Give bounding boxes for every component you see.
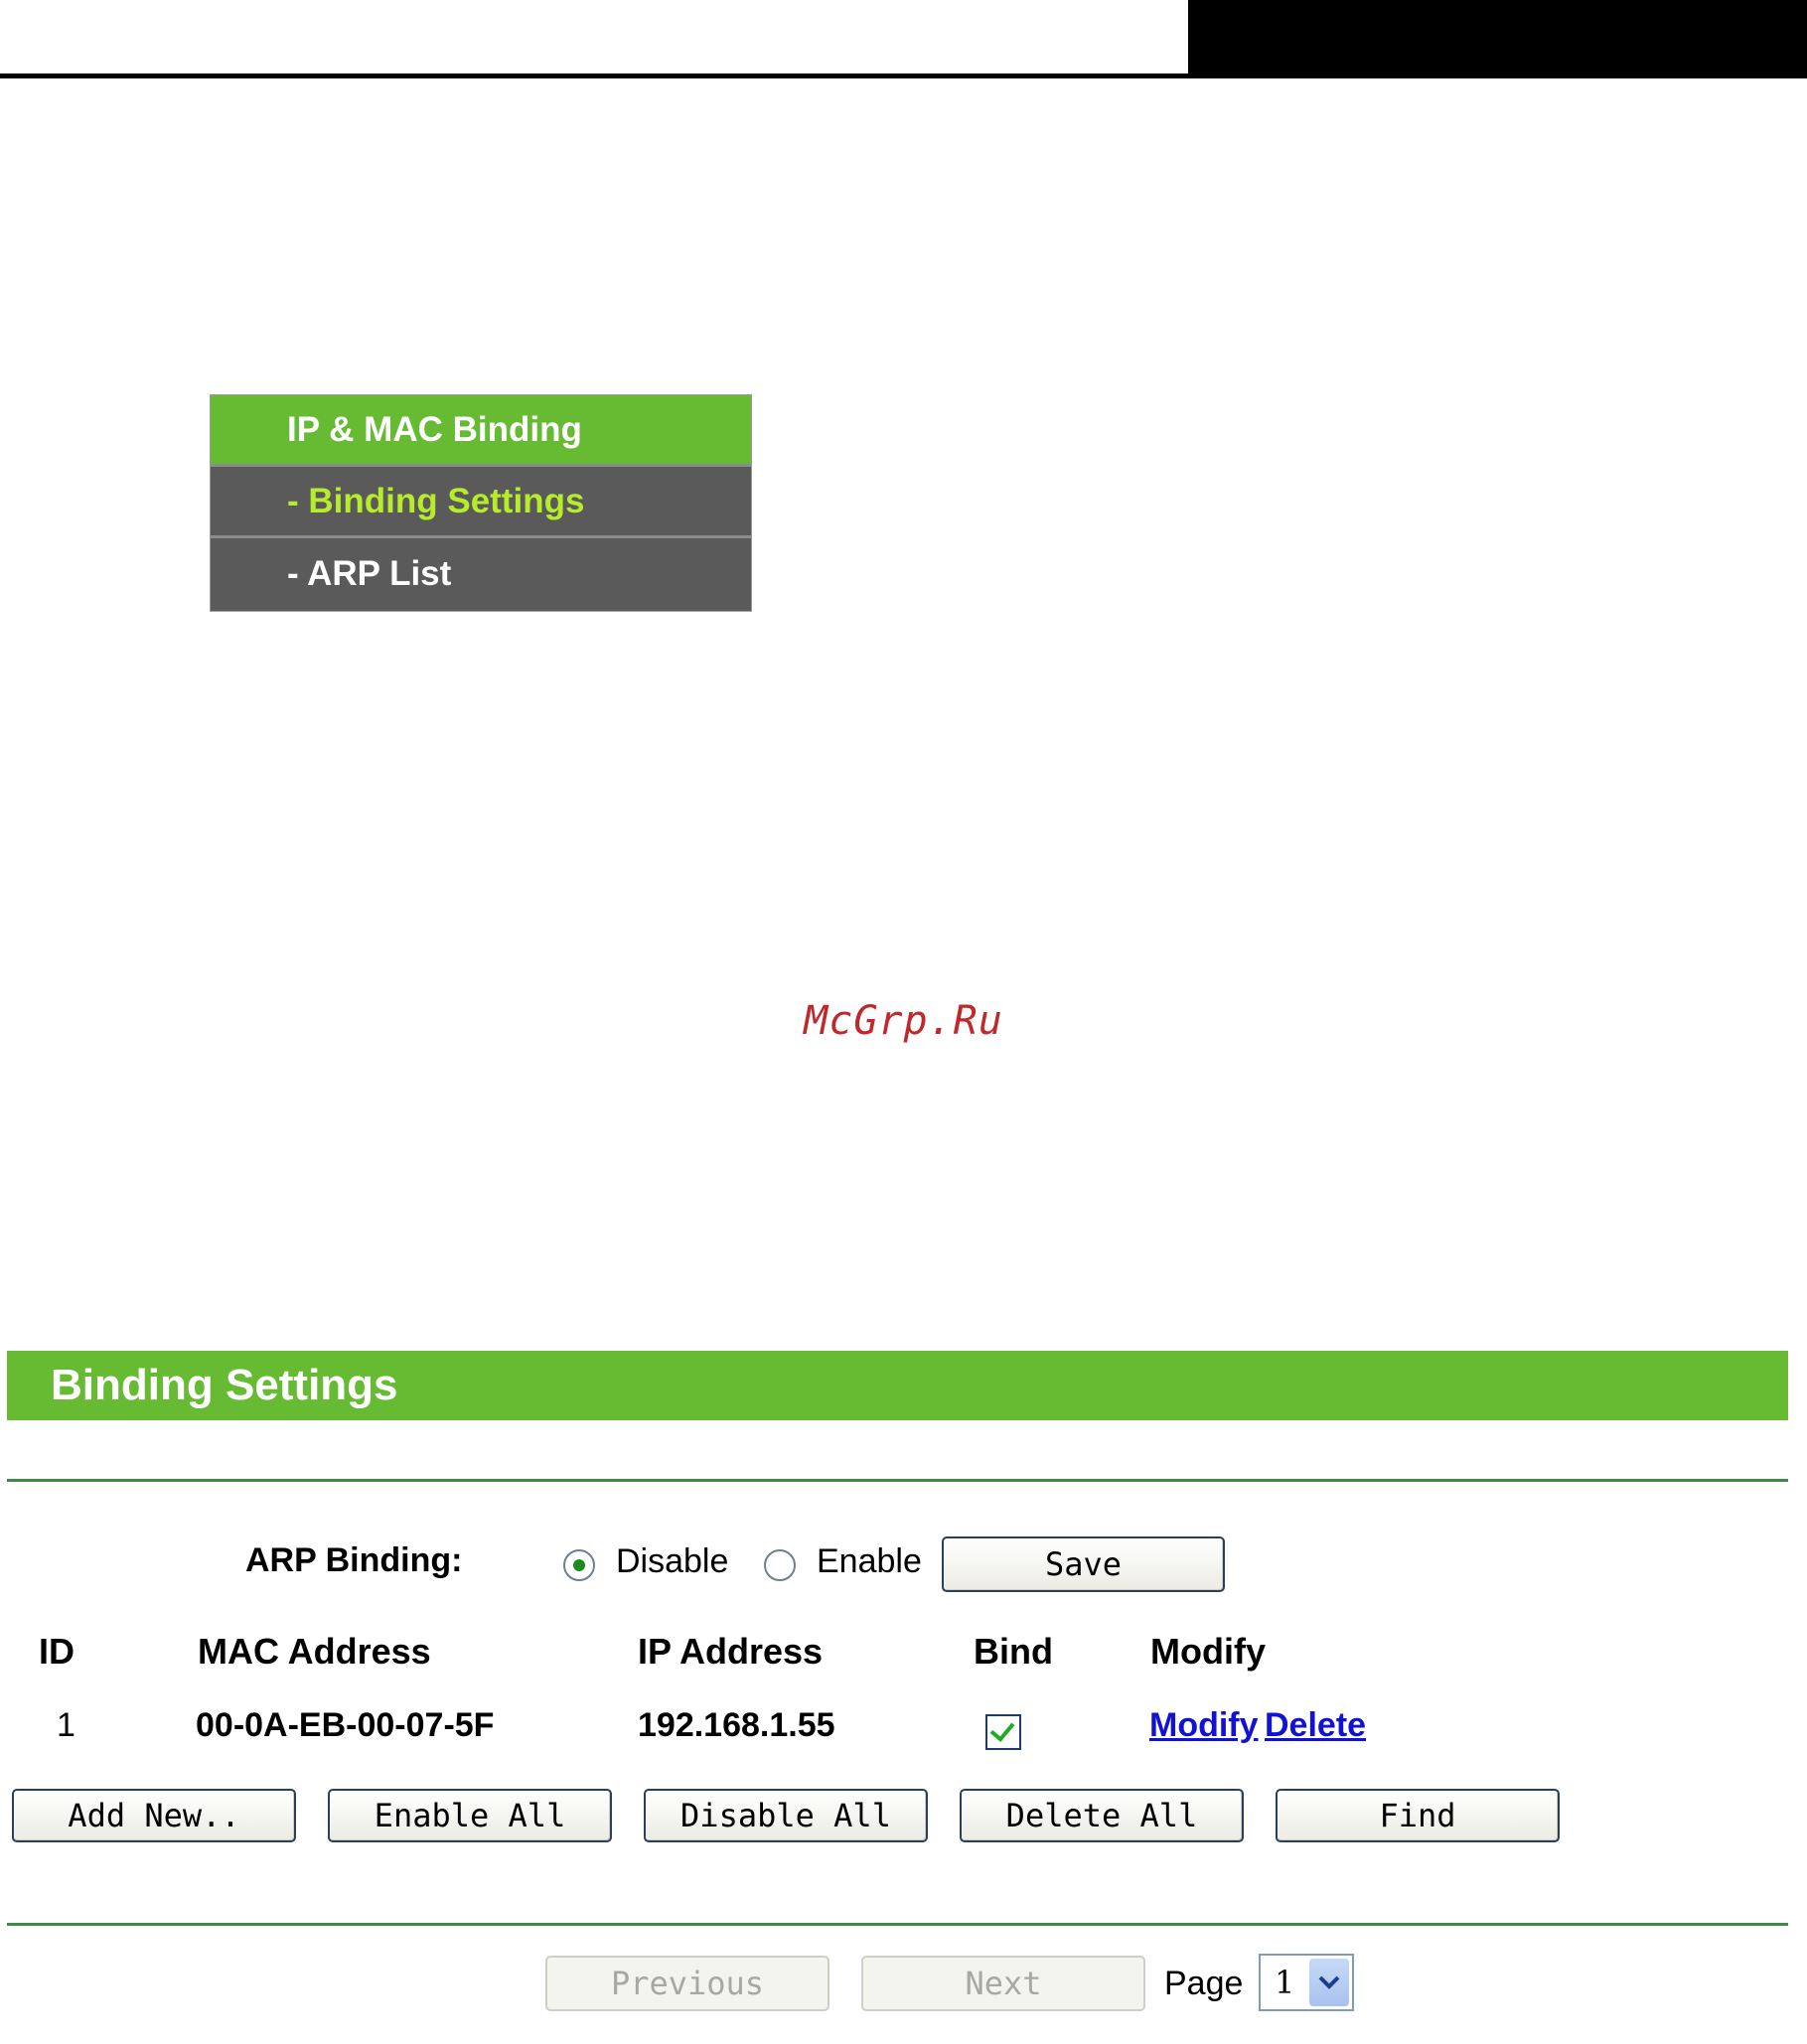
disable-radio[interactable]	[563, 1549, 595, 1581]
page-select-value: 1	[1275, 1964, 1295, 2001]
divider-bottom	[7, 1923, 1788, 1926]
find-button[interactable]: Find	[1276, 1789, 1560, 1842]
disable-radio-label: Disable	[616, 1542, 729, 1580]
page-select[interactable]: 1	[1259, 1954, 1354, 2011]
column-header-bind: Bind	[974, 1631, 1053, 1672]
panel-title: Binding Settings	[7, 1351, 1788, 1420]
header-rule	[0, 73, 1807, 78]
row-modify-link[interactable]: Modify	[1149, 1706, 1259, 1745]
next-button[interactable]: Next	[861, 1956, 1145, 2011]
enable-radio-label: Enable	[817, 1542, 922, 1580]
menu-item-ip-mac-binding[interactable]: IP & MAC Binding	[211, 395, 751, 467]
column-header-id: ID	[39, 1631, 75, 1672]
column-header-modify: Modify	[1150, 1631, 1266, 1672]
save-button[interactable]: Save	[942, 1536, 1225, 1592]
add-new-button[interactable]: Add New..	[12, 1789, 296, 1842]
enable-all-button[interactable]: Enable All	[328, 1789, 612, 1842]
row-id: 1	[57, 1706, 75, 1744]
divider-top	[7, 1479, 1788, 1482]
row-mac: 00-0A-EB-00-07-5F	[196, 1706, 495, 1744]
watermark-text: McGrp.Ru	[804, 998, 1003, 1044]
previous-button[interactable]: Previous	[545, 1956, 829, 2011]
chevron-down-icon[interactable]	[1309, 1959, 1349, 2006]
menu-item-binding-settings[interactable]: - Binding Settings	[211, 467, 751, 538]
column-header-ip: IP Address	[638, 1631, 824, 1672]
page-label: Page	[1164, 1965, 1244, 2002]
checkmark-icon	[989, 1716, 1015, 1742]
column-header-mac: MAC Address	[198, 1631, 431, 1672]
row-bind-checkbox[interactable]	[985, 1714, 1021, 1750]
arp-binding-label: ARP Binding:	[245, 1541, 463, 1579]
side-menu: IP & MAC Binding - Binding Settings - AR…	[210, 394, 752, 612]
row-delete-link[interactable]: Delete	[1265, 1706, 1366, 1745]
delete-all-button[interactable]: Delete All	[960, 1789, 1244, 1842]
disable-all-button[interactable]: Disable All	[644, 1789, 928, 1842]
enable-radio[interactable]	[764, 1549, 796, 1581]
menu-item-arp-list[interactable]: - ARP List	[211, 538, 751, 610]
header-black-block	[1188, 0, 1807, 78]
row-ip: 192.168.1.55	[638, 1706, 835, 1744]
